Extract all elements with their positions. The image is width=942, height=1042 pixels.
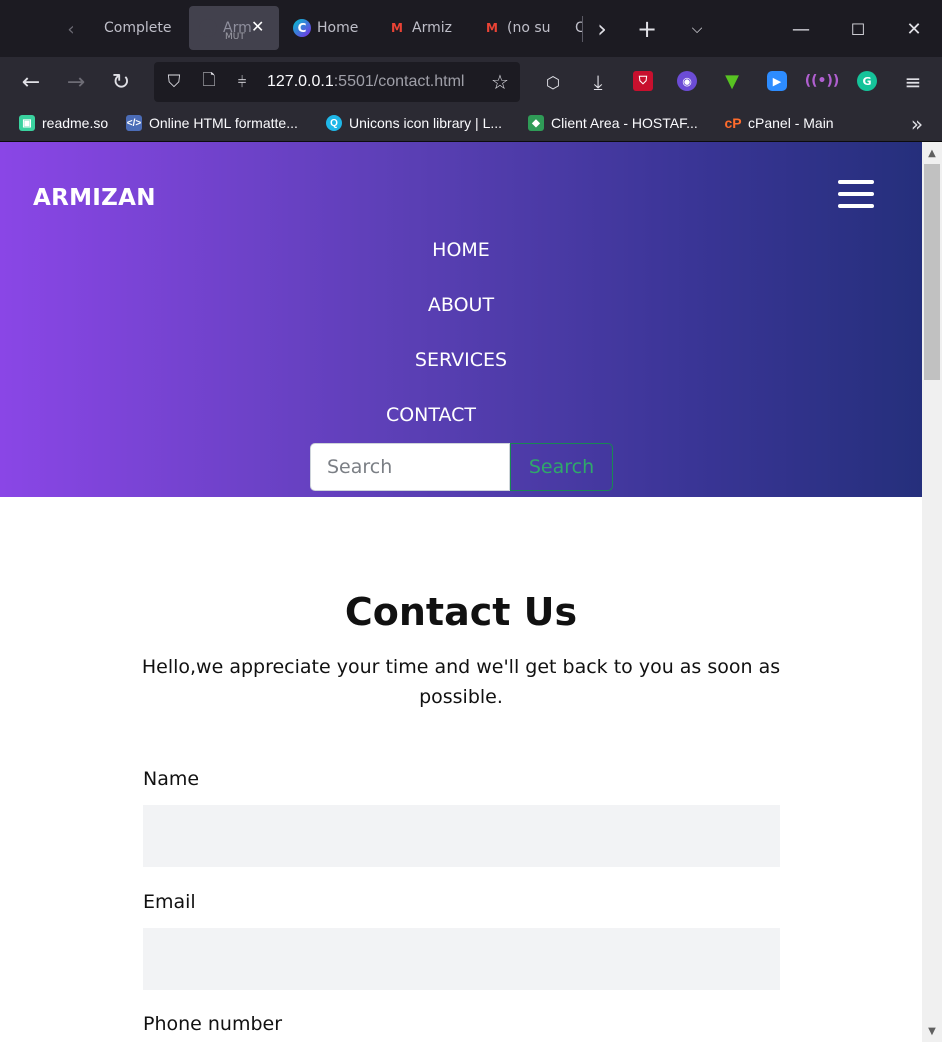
brand-logo[interactable]: ARMIZAN xyxy=(33,185,156,211)
shield-icon[interactable]: ⛉ xyxy=(162,70,186,94)
url-host: 127.0.0.1 xyxy=(267,73,334,90)
scroll-thumb[interactable] xyxy=(924,164,940,380)
email-field[interactable] xyxy=(143,928,780,990)
tab-label: Armiz xyxy=(412,20,452,36)
tab-scroll-left-icon[interactable]: ‹ xyxy=(58,16,84,42)
grammarly-icon[interactable]: G xyxy=(857,71,877,91)
page-viewport: ARMIZAN HOME ABOUT SERVICES CONTACT Sear… xyxy=(0,142,922,1042)
bookmark-hostaf[interactable]: ◆ Client Area - HOSTAF... xyxy=(528,115,698,131)
scroll-up-icon[interactable]: ▲ xyxy=(922,144,942,162)
nav-link-home[interactable]: HOME xyxy=(411,239,511,261)
name-field[interactable] xyxy=(143,805,780,867)
gmail-icon: M xyxy=(486,21,498,35)
navigation-toolbar: ← → ↻ ⛉ 🗋 ⫩ 127.0.0.1:5501/contact.html … xyxy=(0,57,942,107)
gmail-icon: M xyxy=(391,21,403,35)
bookmark-label: cPanel - Main xyxy=(748,115,834,131)
tab-separator xyxy=(582,16,583,42)
maximize-icon[interactable]: ☐ xyxy=(845,16,871,42)
phone-label: Phone number xyxy=(143,1013,283,1035)
search-button[interactable]: Search xyxy=(510,443,613,491)
bookmark-html-formatter[interactable]: </> Online HTML formatte... xyxy=(126,115,298,131)
page-icon[interactable]: 🗋 xyxy=(197,70,221,94)
canva-icon: C xyxy=(293,19,311,37)
menu-icon[interactable]: ≡ xyxy=(900,69,926,95)
pocket-icon[interactable]: ⬡ xyxy=(540,69,566,95)
bookmarks-toolbar: ▣ readme.so </> Online HTML formatte... … xyxy=(0,107,942,142)
minimize-icon[interactable]: — xyxy=(788,16,814,42)
search-input[interactable] xyxy=(310,443,510,491)
unicons-icon: Q xyxy=(326,115,342,131)
more-bookmarks-icon[interactable]: » xyxy=(905,112,929,136)
url-bar[interactable]: ⛉ 🗋 ⫩ 127.0.0.1:5501/contact.html ☆ xyxy=(154,62,520,102)
url-path: :5501/contact.html xyxy=(333,73,465,90)
url-text[interactable]: 127.0.0.1:5501/contact.html xyxy=(267,73,464,91)
hamburger-menu-icon[interactable] xyxy=(838,180,874,210)
contact-title: Contact Us xyxy=(344,590,578,634)
tab-label: Complete xyxy=(104,20,172,36)
bookmark-label: Unicons icon library | L... xyxy=(349,115,503,131)
bookmark-readme[interactable]: ▣ readme.so xyxy=(19,115,108,131)
name-label: Name xyxy=(143,768,200,790)
forward-icon[interactable]: → xyxy=(63,69,89,95)
permissions-icon[interactable]: ⫩ xyxy=(230,70,254,94)
tab-bar: ‹ Complete Arm MUT ✕ C Home M Armiz M (n… xyxy=(0,0,942,57)
close-window-icon[interactable]: ✕ xyxy=(901,16,927,42)
bookmark-label: readme.so xyxy=(42,115,109,131)
tab-close-icon[interactable]: ✕ xyxy=(251,17,264,36)
cpanel-icon: cP xyxy=(724,115,742,131)
tab-complete[interactable]: Complete xyxy=(96,6,176,50)
list-tabs-icon[interactable]: ⌵ xyxy=(684,16,710,42)
bookmark-cpanel[interactable]: cP cPanel - Main xyxy=(724,115,834,131)
tab-home[interactable]: C Home xyxy=(293,6,373,50)
reload-icon[interactable]: ↻ xyxy=(108,69,134,95)
ghost-extension-icon[interactable]: ◉ xyxy=(677,71,697,91)
header-hero: ARMIZAN HOME ABOUT SERVICES CONTACT Sear… xyxy=(0,142,922,497)
tab-label: Home xyxy=(317,20,359,36)
bookmark-unicons[interactable]: Q Unicons icon library | L... xyxy=(326,115,502,131)
tab-armizan-active[interactable]: Arm MUT ✕ xyxy=(189,6,279,50)
code-icon: </> xyxy=(126,115,142,131)
zoom-icon[interactable]: ▶ xyxy=(767,71,787,91)
new-tab-icon[interactable]: + xyxy=(634,15,660,43)
hostaf-icon: ◆ xyxy=(528,115,544,131)
tab-gmail-nosubject[interactable]: M (no su xyxy=(483,6,553,50)
tab-scroll-right-icon[interactable]: › xyxy=(589,15,615,43)
tab-label: (no su xyxy=(507,20,551,36)
tab-favicon-icon xyxy=(199,19,217,37)
broadcast-icon[interactable]: ((•)) xyxy=(805,71,840,91)
nav-link-contact[interactable]: CONTACT xyxy=(371,404,491,426)
email-label: Email xyxy=(143,891,196,913)
readme-icon: ▣ xyxy=(19,115,35,131)
contact-subtitle: Hello,we appreciate your time and we'll … xyxy=(141,656,781,708)
tab-muted-label: MUT xyxy=(225,32,245,42)
download-helper-icon[interactable]: ▼ xyxy=(722,71,742,92)
ublock-icon[interactable]: ⛉ xyxy=(633,71,653,91)
nav-link-services[interactable]: SERVICES xyxy=(401,349,521,371)
page-scrollbar[interactable]: ▲ ▼ xyxy=(922,142,942,1042)
tab-gmail-armizan[interactable]: M Armiz xyxy=(388,6,458,50)
nav-link-about[interactable]: ABOUT xyxy=(411,294,511,316)
scroll-down-icon[interactable]: ▼ xyxy=(922,1022,942,1040)
back-icon[interactable]: ← xyxy=(18,69,44,95)
bookmark-star-icon[interactable]: ☆ xyxy=(488,70,512,94)
download-icon[interactable]: ⤓ xyxy=(585,69,611,95)
bookmark-label: Client Area - HOSTAF... xyxy=(551,115,698,131)
bookmark-label: Online HTML formatte... xyxy=(149,115,298,131)
